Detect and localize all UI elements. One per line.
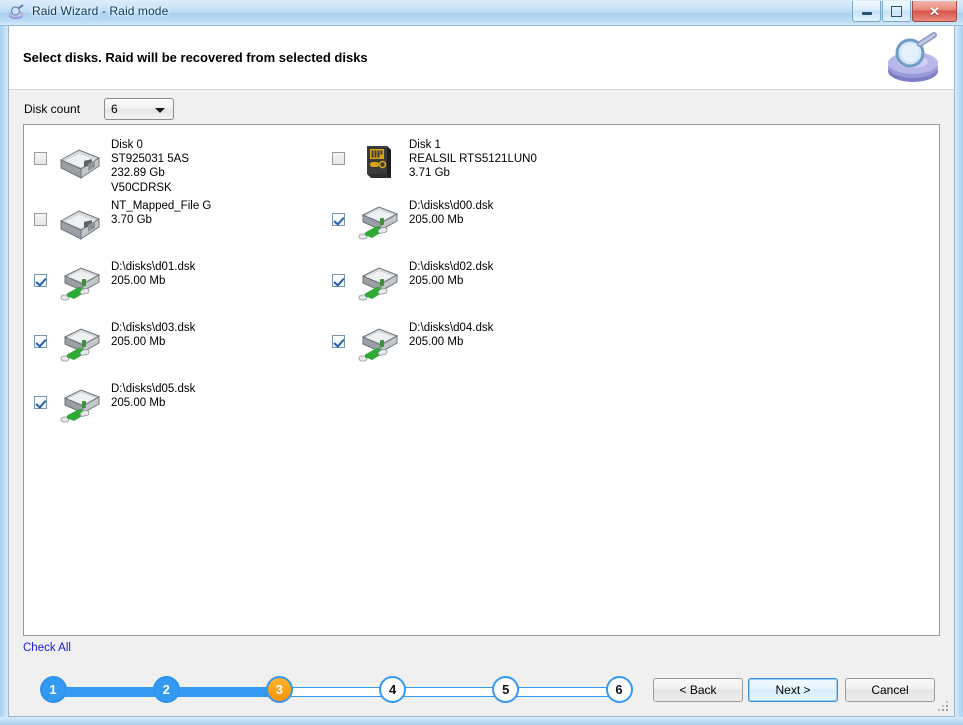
disk-label-line: NT_Mapped_File G	[111, 200, 212, 212]
application-window: Raid Wizard - Raid mode ✕ Select disks. …	[0, 0, 963, 725]
disk-count-dropdown[interactable]: 6	[104, 98, 174, 120]
disk-list-item[interactable]: Disk 1 REALSIL RTS5121LUN0 3.71 Gb	[332, 138, 537, 184]
memory-card-icon	[367, 146, 391, 178]
disk-list-item[interactable]: D:\disks\d00.dsk 205.00 Mb	[332, 199, 493, 245]
disk-label: D:\disks\d02.dsk 205.00 Mb	[409, 260, 493, 288]
disk-image-file-icon	[358, 267, 399, 301]
window-controls: ✕	[851, 1, 957, 22]
stepper-node-2[interactable]: 2	[152, 676, 180, 703]
chevron-down-icon	[155, 108, 165, 113]
disk-list-item[interactable]: NT_Mapped_File G 3.70 Gb	[34, 199, 211, 245]
disk-label-line: D:\disks\d04.dsk	[409, 322, 494, 334]
page-title: Select disks. Raid will be recovered fro…	[23, 50, 368, 65]
disk-checkbox[interactable]	[34, 396, 47, 409]
stepper-node-3[interactable]: 3	[265, 676, 293, 703]
title-bar[interactable]: Raid Wizard - Raid mode ✕	[0, 0, 963, 26]
disk-magnifier-icon	[8, 4, 24, 20]
hard-disk-icon	[59, 210, 101, 240]
disk-label-line: V50CDRSK	[111, 181, 172, 194]
disk-label-line: 205.00 Mb	[111, 275, 166, 288]
disk-label-line: D:\disks\d02.dsk	[409, 261, 494, 273]
disk-list-item[interactable]: D:\disks\d05.dsk 205.00 Mb	[34, 382, 195, 428]
disk-label: D:\disks\d05.dsk 205.00 Mb	[111, 382, 195, 410]
disk-label-line: D:\disks\d01.dsk	[111, 261, 196, 273]
window-title: Raid Wizard - Raid mode	[32, 4, 169, 18]
disk-label-line: 232.89 Gb	[111, 167, 165, 180]
disk-checkbox[interactable]	[34, 152, 47, 165]
disk-checkbox[interactable]	[332, 335, 345, 348]
check-all-link[interactable]: Check All	[23, 642, 71, 654]
wizard-stepper: 1 2 3 4 5 6	[39, 676, 633, 708]
disk-checkbox[interactable]	[332, 152, 345, 165]
disk-list-item[interactable]: Disk 0 ST925031 5AS 232.89 Gb V50CDRSK	[34, 138, 189, 195]
disk-label-line: 205.00 Mb	[409, 336, 464, 349]
disk-checkbox[interactable]	[34, 335, 47, 348]
disk-label: D:\disks\d00.dsk 205.00 Mb	[409, 199, 493, 227]
disk-checkbox[interactable]	[332, 213, 345, 226]
disk-list-item[interactable]: D:\disks\d04.dsk 205.00 Mb	[332, 321, 493, 367]
maximize-icon	[891, 5, 902, 17]
disk-label: D:\disks\d01.dsk 205.00 Mb	[111, 260, 195, 288]
page-header: Select disks. Raid will be recovered fro…	[9, 26, 954, 90]
minimize-icon	[861, 12, 872, 15]
disk-label-line: 205.00 Mb	[111, 336, 166, 349]
disk-list-panel[interactable]: Disk 0 ST925031 5AS 232.89 Gb V50CDRSK Disk…	[23, 124, 940, 636]
disk-label-line: D:\disks\d03.dsk	[111, 322, 196, 334]
stepper-node-6[interactable]: 6	[605, 676, 633, 703]
disk-label: D:\disks\d04.dsk 205.00 Mb	[409, 321, 493, 349]
cancel-button[interactable]: Cancel	[845, 678, 935, 702]
disk-magnifier-logo	[888, 32, 938, 82]
disk-list-item[interactable]: D:\disks\d01.dsk 205.00 Mb	[34, 260, 195, 306]
disk-label: D:\disks\d03.dsk 205.00 Mb	[111, 321, 195, 349]
stepper-node-4[interactable]: 4	[379, 676, 407, 703]
disk-label: Disk 1 REALSIL RTS5121LUN0 3.71 Gb	[409, 138, 537, 181]
back-button[interactable]: < Back	[653, 678, 743, 702]
disk-image-file-icon	[60, 267, 101, 301]
disk-label-line: 205.00 Mb	[409, 214, 464, 227]
disk-image-file-icon	[60, 328, 101, 362]
client-area: Select disks. Raid will be recovered fro…	[8, 26, 955, 717]
stepper-node-5[interactable]: 5	[492, 676, 520, 703]
stepper-node-1[interactable]: 1	[39, 676, 67, 703]
hard-disk-icon	[59, 149, 101, 179]
disk-checkbox[interactable]	[34, 274, 47, 287]
disk-label-line: 205.00 Mb	[111, 397, 166, 410]
disk-label-line: 205.00 Mb	[409, 275, 464, 288]
disk-label-line: Disk 0	[111, 139, 143, 151]
disk-image-file-icon	[358, 206, 399, 240]
disk-label-line: 3.70 Gb	[111, 214, 152, 227]
disk-image-file-icon	[60, 389, 101, 423]
disk-count-value: 6	[111, 102, 118, 116]
window-frame-left	[0, 0, 8, 725]
window-frame-bottom	[0, 717, 963, 725]
minimize-button[interactable]	[852, 1, 881, 22]
disk-checkbox[interactable]	[332, 274, 345, 287]
next-button[interactable]: Next >	[748, 678, 838, 702]
close-button[interactable]: ✕	[912, 1, 957, 22]
disk-checkbox[interactable]	[34, 213, 47, 226]
disk-list-item[interactable]: D:\disks\d03.dsk 205.00 Mb	[34, 321, 195, 367]
disk-count-label: Disk count	[24, 102, 81, 116]
window-frame-right	[955, 0, 963, 725]
disk-label: NT_Mapped_File G 3.70 Gb	[111, 199, 211, 227]
disk-list-item[interactable]: D:\disks\d02.dsk 205.00 Mb	[332, 260, 493, 306]
disk-label: Disk 0 ST925031 5AS 232.89 Gb V50CDRSK	[111, 138, 189, 195]
resize-grip[interactable]	[938, 701, 950, 713]
close-icon: ✕	[929, 3, 940, 19]
disk-label-line: ST925031 5AS	[111, 153, 190, 166]
disk-label-line: 3.71 Gb	[409, 167, 450, 180]
disk-label-line: D:\disks\d00.dsk	[409, 200, 494, 212]
disk-label-line: REALSIL RTS5121LUN0	[409, 153, 537, 166]
disk-label-line: D:\disks\d05.dsk	[111, 383, 196, 395]
maximize-button[interactable]	[882, 1, 911, 22]
disk-image-file-icon	[358, 328, 399, 362]
disk-label-line: Disk 1	[409, 139, 441, 151]
